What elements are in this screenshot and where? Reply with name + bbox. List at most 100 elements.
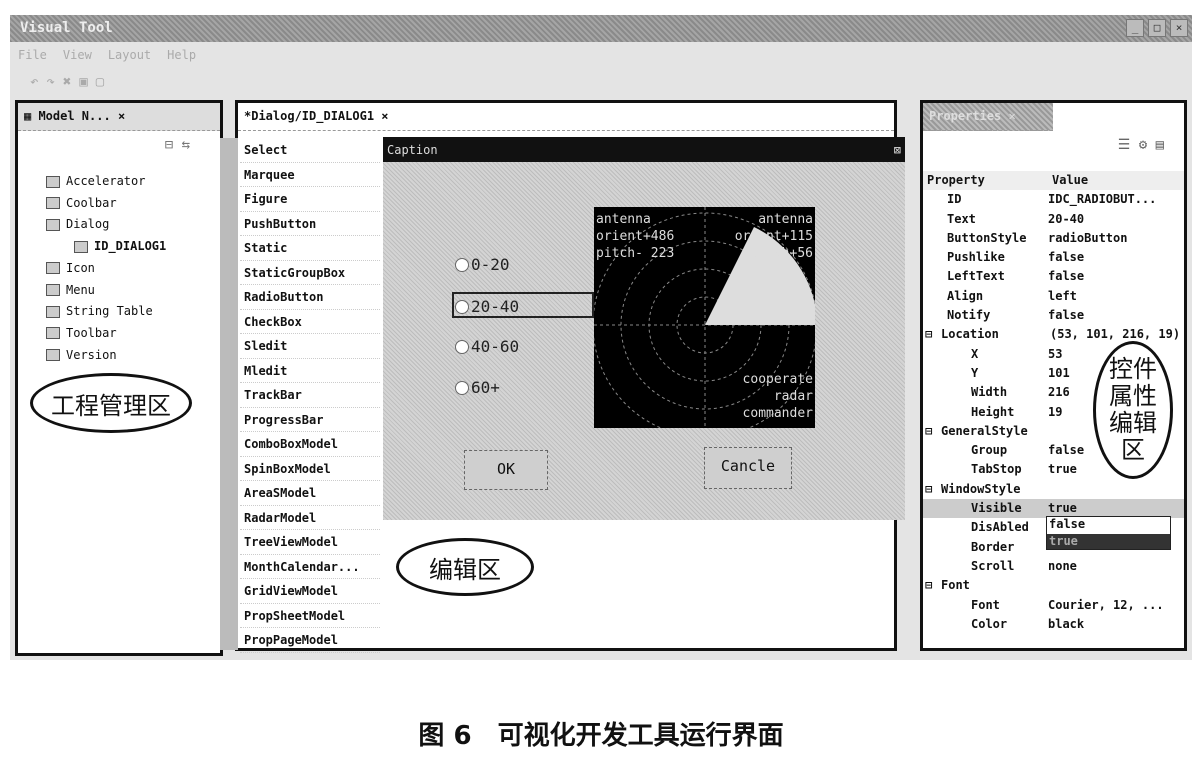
disabled-dropdown[interactable]: false true [1046, 516, 1171, 550]
property-value[interactable]: false [1048, 267, 1084, 286]
palette-item[interactable]: Static [240, 236, 380, 261]
radio-circle[interactable] [455, 257, 469, 272]
property-value[interactable]: 19 [1048, 403, 1062, 422]
palette-item[interactable]: PropSheetModel [240, 604, 380, 628]
property-row[interactable]: Pushlike false [923, 248, 1184, 267]
properties-tab[interactable]: Properties ✕ [923, 103, 1053, 131]
palette-item[interactable]: TreeViewModel [240, 530, 380, 555]
property-row[interactable]: Notify false [923, 306, 1184, 325]
property-value[interactable]: (53, 101, 216, 19) [1050, 325, 1180, 344]
property-value[interactable]: radioButton [1048, 229, 1127, 248]
property-value[interactable]: 216 [1048, 383, 1070, 402]
radar-figure[interactable]: antenna orient+486 pitch- 223 antenna or… [594, 207, 815, 428]
close-tab-icon[interactable]: ⨯ [381, 109, 388, 123]
tree-item[interactable]: Icon [18, 258, 220, 280]
property-value[interactable]: false [1048, 306, 1084, 325]
palette-item[interactable]: StaticGroupBox [240, 261, 380, 285]
tree-item[interactable]: Version [18, 345, 220, 367]
property-value[interactable]: false [1048, 248, 1084, 267]
palette-item[interactable]: ComboBoxModel [240, 432, 380, 457]
palette-item[interactable]: RadioButton [240, 285, 380, 310]
palette-item[interactable]: TrackBar [240, 383, 380, 408]
model-tab[interactable]: ▦ Model N... ⨯ [18, 103, 220, 131]
palette-item[interactable]: CheckBox [240, 310, 380, 334]
palette-item[interactable]: Mledit [240, 359, 380, 383]
property-value[interactable]: none [1048, 557, 1077, 576]
palette-item[interactable]: Figure [240, 187, 380, 212]
property-value[interactable]: 101 [1048, 364, 1070, 383]
node-icon [46, 349, 60, 362]
menu-file[interactable]: File [18, 48, 47, 62]
palette-item[interactable]: Marquee [240, 163, 380, 187]
property-value[interactable]: IDC_RADIOBUT... [1048, 190, 1156, 209]
minimize-button[interactable]: _ [1126, 19, 1144, 37]
radio-option[interactable]: 40-60 [455, 337, 519, 356]
tree-item-label: Coolbar [66, 195, 117, 210]
property-row[interactable]: Font Courier, 12, ... [923, 596, 1184, 615]
property-value[interactable]: 20-40 [1048, 210, 1084, 229]
dialog-close-icon[interactable]: ⊠ [894, 143, 901, 157]
property-row[interactable]: Color black [923, 615, 1184, 634]
tree-item[interactable]: Coolbar [18, 193, 220, 215]
ok-button[interactable]: OK [464, 450, 548, 490]
maximize-button[interactable]: □ [1148, 19, 1166, 37]
editor-tab-label: *Dialog/ID_DIALOG1 [244, 109, 375, 123]
property-row[interactable]: LeftText false [923, 267, 1184, 286]
property-value[interactable]: left [1048, 287, 1077, 306]
property-value[interactable]: 53 [1048, 345, 1062, 364]
radio-circle[interactable] [455, 339, 469, 354]
property-row[interactable]: ⊟ Font [923, 576, 1184, 595]
radar-left-label: antenna orient+486 pitch- 223 [596, 212, 675, 261]
selection-handles[interactable] [452, 292, 594, 318]
close-tab-icon[interactable]: ⨯ [118, 109, 125, 123]
palette-item[interactable]: PushButton [240, 212, 380, 236]
palette-item[interactable]: GridViewModel [240, 579, 380, 604]
tree-item[interactable]: String Table [18, 301, 220, 323]
property-value[interactable]: true [1048, 460, 1077, 479]
property-row[interactable]: Text 20-40 [923, 210, 1184, 229]
tree-item[interactable]: Dialog [18, 214, 220, 236]
palette-item[interactable]: ProgressBar [240, 408, 380, 432]
link-icon[interactable]: ⇆ [182, 137, 190, 153]
palette-item[interactable]: SpinBoxModel [240, 457, 380, 481]
filter-icon[interactable]: ⚙ [1139, 137, 1147, 153]
dropdown-option-true[interactable]: true [1047, 534, 1170, 549]
property-row[interactable]: ⊟ WindowStyle [923, 480, 1184, 499]
menu-help[interactable]: Help [167, 48, 196, 62]
property-row[interactable]: ⊟ Location (53, 101, 216, 19) [923, 325, 1184, 344]
dropdown-option-false[interactable]: false [1047, 517, 1170, 534]
tree-item[interactable]: Menu [18, 280, 220, 302]
collapse-icon[interactable]: ⊟ [165, 137, 173, 153]
cancel-button[interactable]: Cancle [704, 447, 792, 489]
tree-item[interactable]: ID_DIALOG1 [18, 236, 220, 258]
palette-item[interactable]: Sledit [240, 334, 380, 359]
property-row[interactable]: Align left [923, 287, 1184, 306]
redo-icon[interactable]: ↷ [46, 74, 54, 90]
copy-icon[interactable]: ▣ [79, 74, 87, 90]
palette-item[interactable]: PropPageModel [240, 628, 380, 653]
palette-item[interactable]: MonthCalendar... [240, 555, 380, 579]
property-value[interactable]: black [1048, 615, 1084, 634]
property-row[interactable]: Scroll none [923, 557, 1184, 576]
undo-icon[interactable]: ↶ [30, 74, 38, 90]
radio-option[interactable]: 60+ [455, 378, 500, 397]
menu-view[interactable]: View [63, 48, 92, 62]
paste-icon[interactable]: ▢ [96, 74, 104, 90]
menu-layout[interactable]: Layout [108, 48, 151, 62]
property-value[interactable]: Courier, 12, ... [1048, 596, 1164, 615]
property-row[interactable]: ButtonStyle radioButton [923, 229, 1184, 248]
palette-item[interactable]: AreaSModel [240, 481, 380, 506]
radio-option[interactable]: 0-20 [455, 255, 510, 274]
restore-icon[interactable]: ▤ [1156, 137, 1164, 153]
palette-item[interactable]: Select [240, 138, 380, 163]
delete-icon[interactable]: ✖ [63, 74, 71, 90]
tree-item[interactable]: Toolbar [18, 323, 220, 345]
tree-item[interactable]: Accelerator [18, 171, 220, 193]
property-row[interactable]: ID IDC_RADIOBUT... [923, 190, 1184, 209]
property-value[interactable]: false [1048, 441, 1084, 460]
palette-item[interactable]: RadarModel [240, 506, 380, 530]
close-button[interactable]: × [1170, 19, 1188, 37]
categories-icon[interactable]: ☰ [1118, 137, 1131, 153]
radio-circle[interactable] [455, 380, 469, 395]
editor-tab[interactable]: *Dialog/ID_DIALOG1 ⨯ [238, 103, 894, 131]
